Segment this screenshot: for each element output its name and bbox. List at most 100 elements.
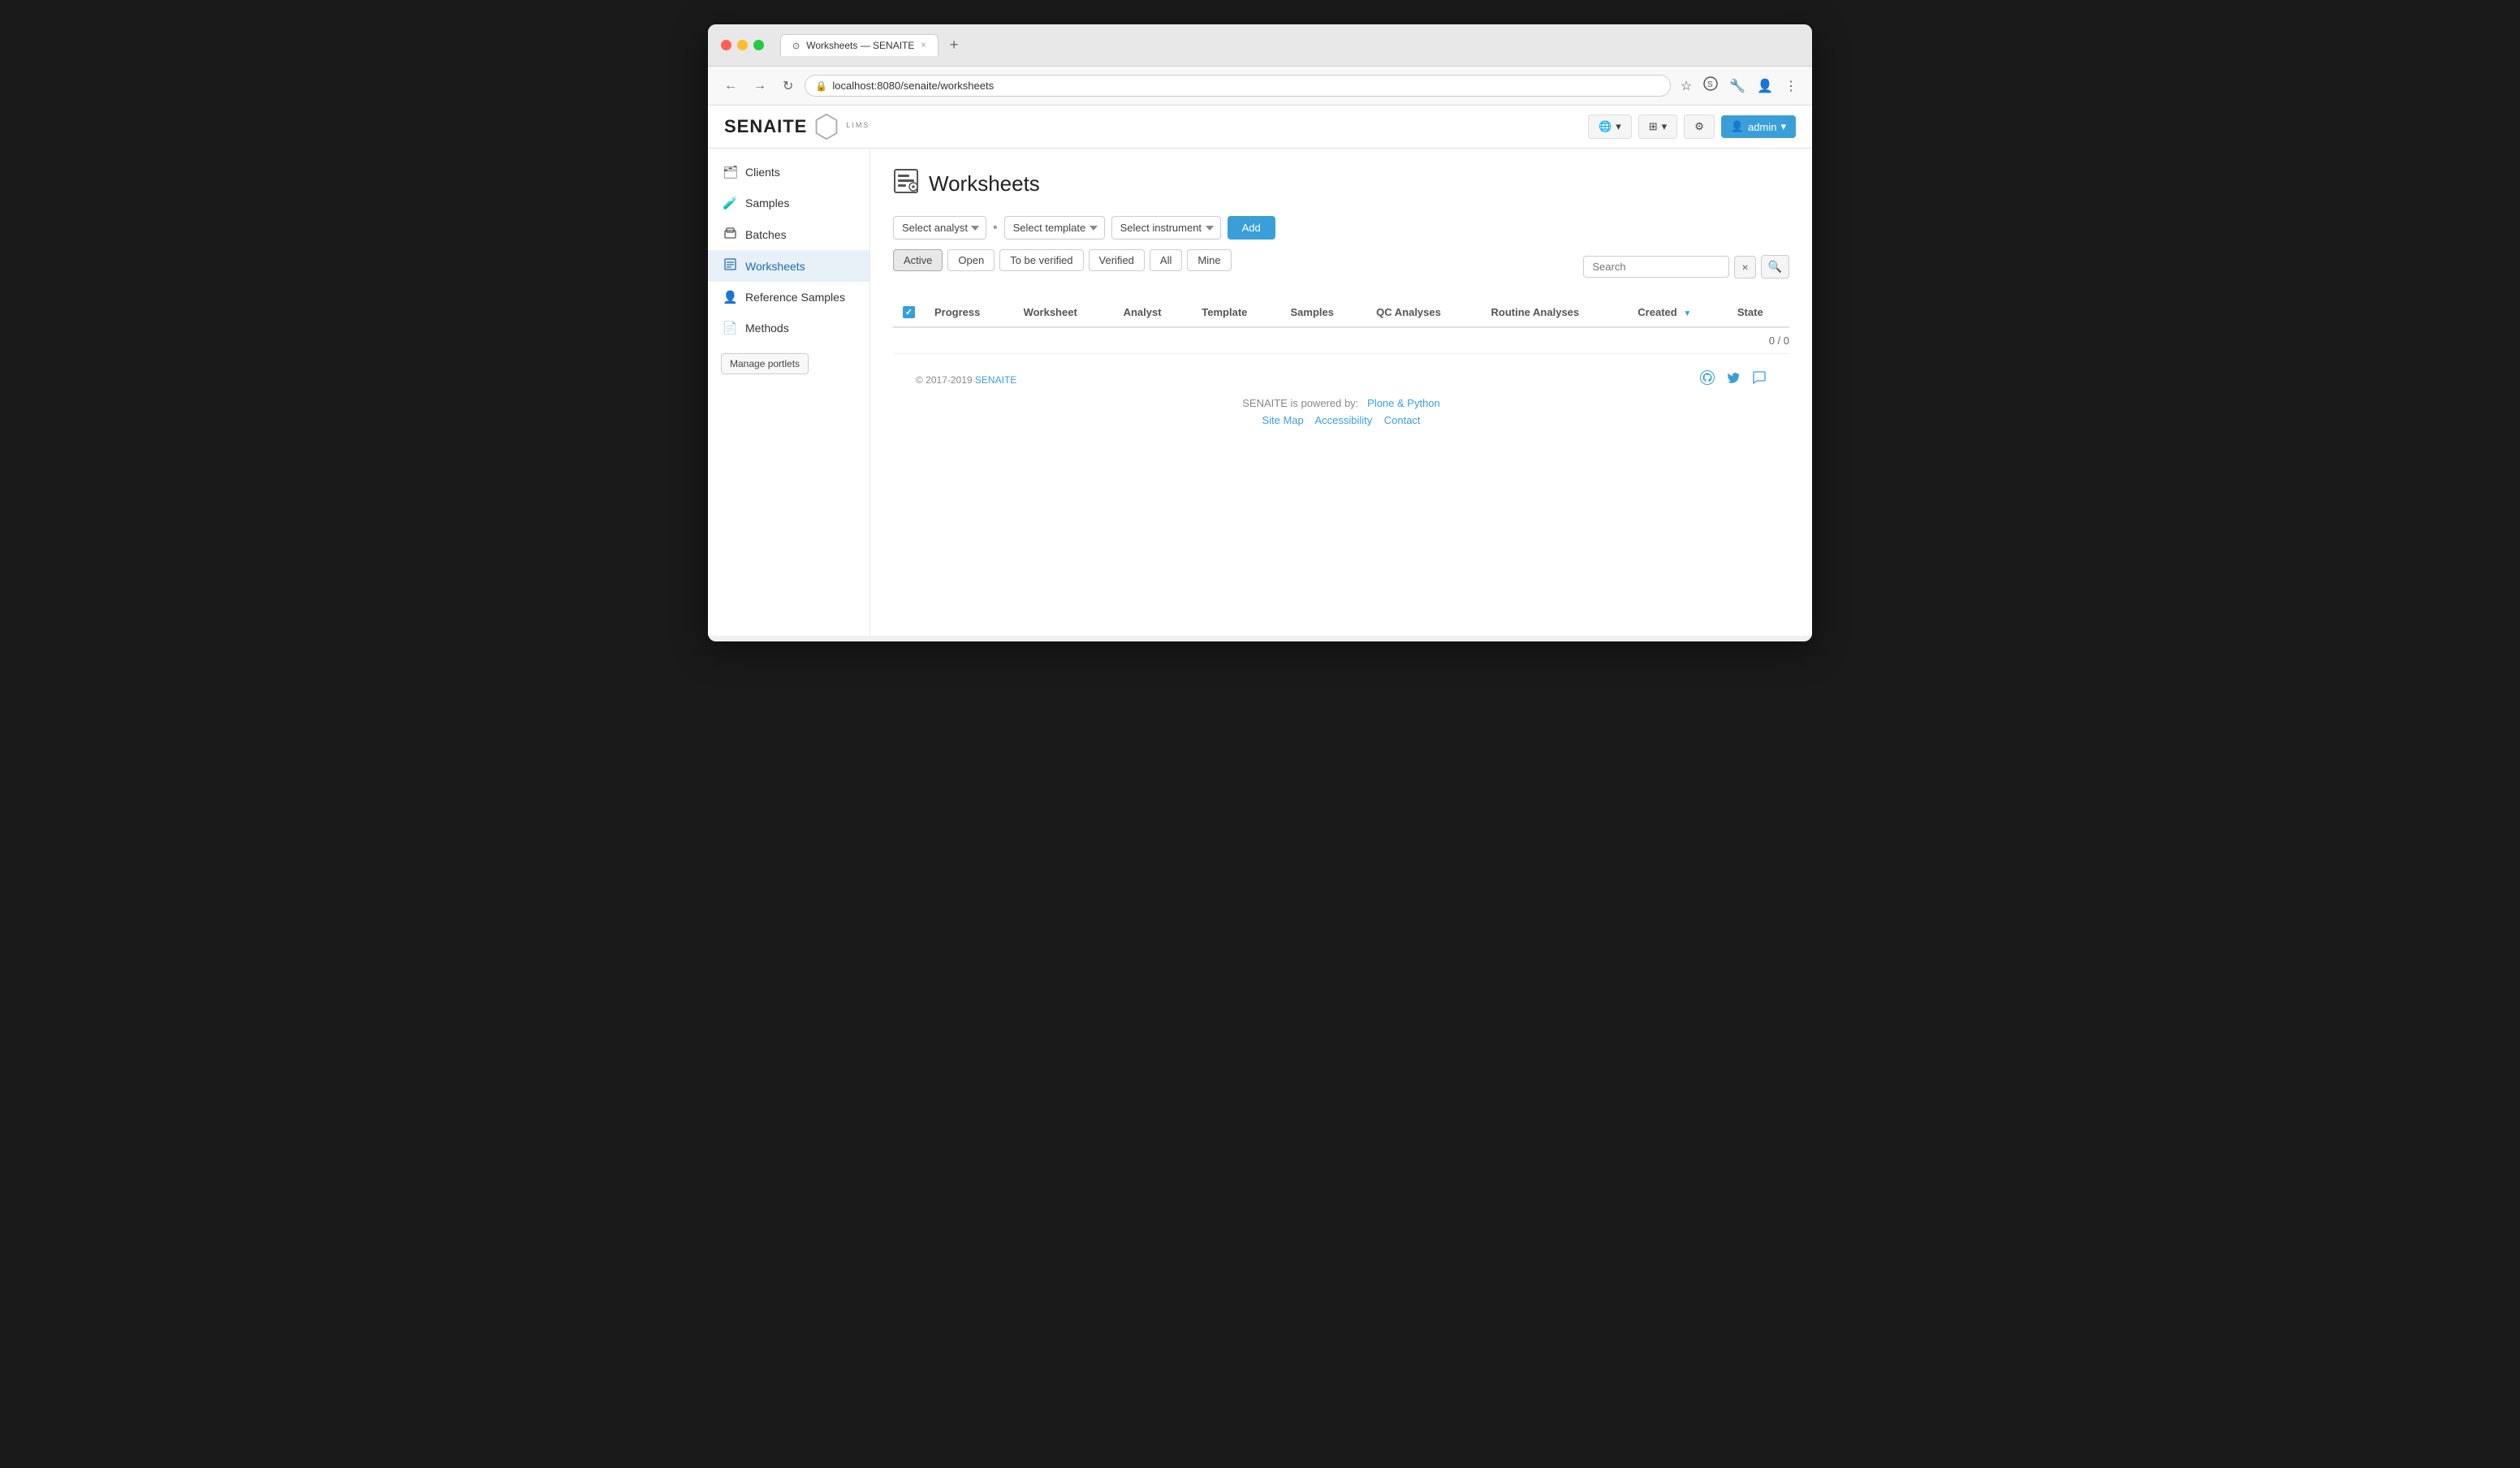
site-map-link[interactable]: Site Map bbox=[1262, 414, 1303, 426]
apps-grid-button[interactable]: ⊞ ▾ bbox=[1638, 114, 1677, 139]
new-tab-button[interactable]: + bbox=[945, 37, 964, 54]
th-created[interactable]: Created ▼ bbox=[1628, 297, 1728, 327]
extension2-button[interactable]: 🔧 bbox=[1726, 75, 1749, 97]
twitter-icon[interactable] bbox=[1726, 370, 1741, 389]
th-state: State bbox=[1728, 297, 1789, 327]
filter-verified-button[interactable]: Verified bbox=[1089, 249, 1145, 271]
accessibility-link[interactable]: Accessibility bbox=[1314, 414, 1372, 426]
search-input[interactable] bbox=[1583, 256, 1729, 278]
sidebar-label-clients: Clients bbox=[745, 166, 780, 179]
admin-user-icon: 👤 bbox=[1731, 120, 1744, 133]
footer-links-row: Site Map Accessibility Contact bbox=[916, 414, 1767, 426]
th-progress: Progress bbox=[925, 297, 1014, 327]
th-samples: Samples bbox=[1281, 297, 1367, 327]
search-clear-button[interactable]: × bbox=[1734, 256, 1755, 278]
toolbar: Select analyst • Select template Select … bbox=[893, 216, 1789, 240]
traffic-lights bbox=[721, 40, 764, 50]
add-button[interactable]: Add bbox=[1228, 216, 1275, 240]
github-icon[interactable] bbox=[1700, 370, 1715, 389]
svg-text:S: S bbox=[1707, 80, 1713, 89]
filter-to-be-verified-button[interactable]: To be verified bbox=[999, 249, 1083, 271]
methods-icon: 📄 bbox=[723, 321, 737, 335]
filter-active-button[interactable]: Active bbox=[893, 249, 943, 271]
chat-icon[interactable] bbox=[1752, 370, 1767, 389]
logo-sub-text: LIMS bbox=[846, 121, 869, 129]
select-analyst-dropdown[interactable]: Select analyst bbox=[893, 216, 986, 240]
sidebar: 🗂 Clients 🧪 Samples Batches Worksheets bbox=[708, 149, 870, 636]
app-footer: © 2017-2019 SENAITE bbox=[893, 353, 1789, 443]
nav-actions: ☆ S 🔧 👤 ⋮ bbox=[1677, 73, 1801, 98]
tab-close-button[interactable]: × bbox=[921, 41, 926, 50]
select-instrument-dropdown[interactable]: Select instrument bbox=[1111, 216, 1221, 240]
manage-portlets-button[interactable]: Manage portlets bbox=[721, 353, 809, 374]
sidebar-item-methods[interactable]: 📄 Methods bbox=[708, 313, 869, 343]
tab-bar: ⊙ Worksheets — SENAITE × + bbox=[780, 34, 1799, 56]
grid-icon: ⊞ bbox=[1649, 120, 1658, 133]
filter-all-button[interactable]: All bbox=[1150, 249, 1182, 271]
table-header-row: ✓ Progress Worksheet Analyst Template Sa… bbox=[893, 297, 1789, 327]
extension1-button[interactable]: S bbox=[1700, 73, 1721, 98]
title-bar: ⊙ Worksheets — SENAITE × + bbox=[708, 24, 1812, 67]
contact-link[interactable]: Contact bbox=[1384, 414, 1421, 426]
app-header: SENAITE LIMS 🌐 ▾ ⊞ ▾ ⚙ 👤 bbox=[708, 106, 1812, 149]
reference-samples-icon: 👤 bbox=[723, 290, 737, 304]
settings-button[interactable]: ⚙ bbox=[1684, 114, 1715, 139]
th-analyst: Analyst bbox=[1114, 297, 1193, 327]
footer-bottom-row: © 2017-2019 SENAITE bbox=[916, 370, 1767, 389]
sidebar-label-worksheets: Worksheets bbox=[745, 260, 805, 273]
logo: SENAITE LIMS bbox=[724, 114, 869, 140]
th-routine-analyses: Routine Analyses bbox=[1482, 297, 1629, 327]
refresh-button[interactable]: ↻ bbox=[778, 75, 798, 97]
menu-button[interactable]: ⋮ bbox=[1781, 75, 1801, 97]
page-title-row: Worksheets bbox=[893, 168, 1789, 200]
gear-icon: ⚙ bbox=[1694, 120, 1704, 133]
forward-button[interactable]: → bbox=[749, 76, 771, 97]
minimize-traffic-light[interactable] bbox=[737, 40, 748, 50]
filter-row: Active Open To be verified Verified All … bbox=[893, 249, 1232, 271]
tab-favicon: ⊙ bbox=[792, 41, 800, 51]
admin-dropdown-arrow: ▾ bbox=[1780, 120, 1786, 133]
copyright-text: © 2017-2019 bbox=[916, 374, 973, 386]
page-title-icon bbox=[893, 168, 919, 200]
language-button[interactable]: 🌐 ▾ bbox=[1588, 114, 1632, 139]
select-all-checkbox[interactable]: ✓ bbox=[903, 306, 915, 318]
logo-hex-icon bbox=[813, 114, 839, 140]
admin-label: admin bbox=[1748, 121, 1776, 133]
sidebar-item-worksheets[interactable]: Worksheets bbox=[708, 250, 869, 282]
lock-icon: 🔒 bbox=[815, 80, 827, 92]
back-button[interactable]: ← bbox=[719, 76, 742, 97]
th-qc-analyses: QC Analyses bbox=[1366, 297, 1481, 327]
sidebar-item-reference-samples[interactable]: 👤 Reference Samples bbox=[708, 282, 869, 313]
address-bar[interactable]: 🔒 localhost:8080/senaite/worksheets bbox=[805, 75, 1670, 97]
sidebar-item-clients[interactable]: 🗂 Clients bbox=[708, 157, 869, 188]
filter-open-button[interactable]: Open bbox=[947, 249, 995, 271]
senaite-footer-link[interactable]: SENAITE bbox=[975, 374, 1016, 386]
count-display: 0 / 0 bbox=[893, 328, 1789, 353]
url-display: localhost:8080/senaite/worksheets bbox=[832, 80, 994, 92]
footer-copyright: © 2017-2019 SENAITE bbox=[916, 374, 1016, 386]
sidebar-item-samples[interactable]: 🧪 Samples bbox=[708, 188, 869, 218]
logo-text: SENAITE bbox=[724, 116, 807, 137]
app-body: 🗂 Clients 🧪 Samples Batches Worksheets bbox=[708, 149, 1812, 636]
maximize-traffic-light[interactable] bbox=[753, 40, 764, 50]
th-checkbox: ✓ bbox=[893, 297, 925, 327]
browser-tab[interactable]: ⊙ Worksheets — SENAITE × bbox=[780, 34, 939, 56]
sort-arrow-created: ▼ bbox=[1683, 309, 1691, 318]
search-go-button[interactable]: 🔍 bbox=[1761, 255, 1789, 278]
sidebar-label-batches: Batches bbox=[745, 228, 787, 241]
plone-python-link[interactable]: Plone & Python bbox=[1367, 397, 1440, 409]
select-template-dropdown[interactable]: Select template bbox=[1004, 216, 1105, 240]
sidebar-label-samples: Samples bbox=[745, 196, 789, 209]
th-template: Template bbox=[1192, 297, 1280, 327]
close-traffic-light[interactable] bbox=[721, 40, 731, 50]
sidebar-label-reference-samples: Reference Samples bbox=[745, 291, 845, 304]
bookmark-button[interactable]: ☆ bbox=[1677, 75, 1695, 97]
header-right: 🌐 ▾ ⊞ ▾ ⚙ 👤 admin ▾ bbox=[1588, 114, 1796, 139]
sidebar-item-batches[interactable]: Batches bbox=[708, 218, 869, 250]
nav-bar: ← → ↻ 🔒 localhost:8080/senaite/worksheet… bbox=[708, 67, 1812, 106]
user-profile-button[interactable]: 👤 bbox=[1754, 75, 1776, 97]
tab-title: Worksheets — SENAITE bbox=[806, 40, 914, 51]
page-title: Worksheets bbox=[929, 171, 1040, 196]
admin-button[interactable]: 👤 admin ▾ bbox=[1721, 115, 1796, 138]
filter-mine-button[interactable]: Mine bbox=[1187, 249, 1231, 271]
